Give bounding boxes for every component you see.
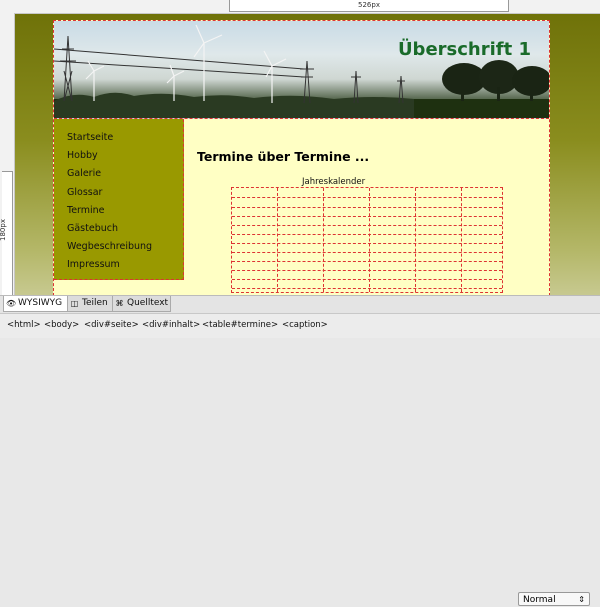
page-header[interactable]: Überschrift 1 xyxy=(54,21,549,119)
table-column-divider xyxy=(323,188,324,292)
table-column-divider xyxy=(415,188,416,292)
element-path-bar: <html> <body> <div#seite> <div#inhalt> <… xyxy=(0,313,600,338)
page-heading[interactable]: Überschrift 1 xyxy=(398,39,531,60)
height-indicator-label: 180px xyxy=(0,219,7,241)
paragraph-format-value: Normal xyxy=(523,595,556,605)
breadcrumb-div-inhalt[interactable]: <div#inhalt> xyxy=(142,320,200,330)
nav-item-hobby[interactable]: Hobby xyxy=(67,147,183,165)
table-column-divider xyxy=(461,188,462,292)
source-code-icon: ⌘ xyxy=(115,299,124,308)
chevron-updown-icon: ⇕ xyxy=(578,595,585,604)
table-column-divider xyxy=(369,188,370,292)
tab-quelltext-label: Quelltext xyxy=(127,298,169,308)
height-indicator: 180px xyxy=(0,171,13,298)
breadcrumb-div-seite[interactable]: <div#seite> xyxy=(84,320,139,330)
width-indicator: 526px xyxy=(229,0,509,12)
header-landscape-image xyxy=(54,24,549,118)
breadcrumb-body[interactable]: <body> xyxy=(44,320,79,330)
horizontal-ruler: 526px xyxy=(0,0,600,14)
termine-table[interactable] xyxy=(231,187,503,293)
navigation-list: Startseite Hobby Galerie Glossar Termine… xyxy=(54,119,183,275)
tab-teilen[interactable]: ◫ Teilen xyxy=(67,296,113,312)
view-tab-bar: 👁 WYSIWYG ◫ Teilen ⌘ Quelltext Normal ⇕ xyxy=(0,295,600,606)
nav-item-termine[interactable]: Termine xyxy=(67,202,183,220)
paragraph-format-select[interactable]: Normal ⇕ xyxy=(518,592,590,606)
navigation-sidebar[interactable]: Startseite Hobby Galerie Glossar Termine… xyxy=(54,119,184,280)
design-canvas[interactable]: Überschrift 1 Startseite Hobby Galerie G… xyxy=(15,14,600,295)
breadcrumb-html[interactable]: <html> xyxy=(7,320,41,330)
tab-quelltext[interactable]: ⌘ Quelltext xyxy=(112,296,171,312)
table-column-divider xyxy=(277,188,278,292)
breadcrumb-caption[interactable]: <caption> xyxy=(282,320,328,330)
split-view-icon: ◫ xyxy=(70,299,79,308)
tab-wysiwyg[interactable]: 👁 WYSIWYG xyxy=(3,296,69,312)
eye-icon: 👁 xyxy=(6,299,17,308)
nav-item-galerie[interactable]: Galerie xyxy=(67,165,183,183)
nav-item-glossar[interactable]: Glossar xyxy=(67,184,183,202)
content-area[interactable]: Termine über Termine ... Jahreskalender xyxy=(184,119,549,295)
nav-item-impressum[interactable]: Impressum xyxy=(67,256,183,274)
breadcrumb-table-termine[interactable]: <table#termine> xyxy=(202,320,278,330)
nav-item-gaestebuch[interactable]: Gästebuch xyxy=(67,220,183,238)
nav-item-startseite[interactable]: Startseite xyxy=(67,129,183,147)
tab-wysiwyg-label: WYSIWYG xyxy=(18,298,63,308)
vertical-ruler: 180px xyxy=(0,13,15,298)
page-container[interactable]: Überschrift 1 Startseite Hobby Galerie G… xyxy=(53,20,550,295)
content-heading[interactable]: Termine über Termine ... xyxy=(197,149,369,164)
tab-teilen-label: Teilen xyxy=(82,298,108,308)
table-caption[interactable]: Jahreskalender xyxy=(302,177,365,187)
nav-item-wegbeschreibung[interactable]: Wegbeschreibung xyxy=(67,238,183,256)
